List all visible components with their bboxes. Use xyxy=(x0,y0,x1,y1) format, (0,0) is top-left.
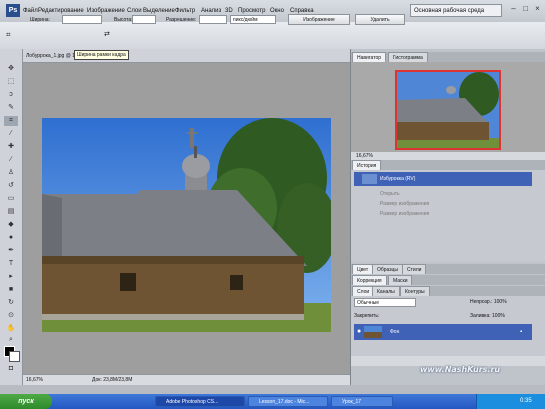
blur-tool-icon[interactable]: ◆ xyxy=(4,220,18,230)
church-photo[interactable] xyxy=(42,118,331,332)
stamp-tool-icon[interactable]: ♙ xyxy=(4,168,18,178)
tab-layers[interactable]: Слои xyxy=(352,286,375,296)
menu-filter[interactable]: Фильтр xyxy=(175,6,195,16)
tab-styles[interactable]: Стили xyxy=(402,264,427,274)
close-icon[interactable]: × xyxy=(532,4,543,15)
history-item[interactable]: Размер изображения xyxy=(354,207,532,221)
healing-tool-icon[interactable]: ✚ xyxy=(4,142,18,152)
layer-thumbnail xyxy=(364,326,382,338)
tab-channels[interactable]: Каналы xyxy=(372,286,400,296)
history-item-label: Размер изображения xyxy=(380,211,430,217)
tab-history[interactable]: История xyxy=(352,160,382,170)
workspace-bottom xyxy=(0,385,545,394)
maximize-icon[interactable]: □ xyxy=(520,4,531,15)
start-button[interactable]: пуск xyxy=(0,394,52,409)
height-field[interactable] xyxy=(132,15,156,24)
task-folder[interactable]: Урок_17 xyxy=(331,396,393,407)
width-field[interactable] xyxy=(62,15,102,24)
resolution-field[interactable] xyxy=(199,15,227,24)
zoom-status[interactable]: 16,67% xyxy=(26,377,43,384)
resolution-unit-select[interactable]: пикс/дюйм xyxy=(230,15,276,24)
options-bar xyxy=(0,22,545,50)
lasso-tool-icon[interactable]: ↄ xyxy=(4,90,18,100)
crop-icon[interactable]: ⌗ xyxy=(6,30,11,40)
hand-tool-icon[interactable]: ✋ xyxy=(4,324,18,334)
move-tool-icon[interactable]: ✥ xyxy=(4,64,18,74)
lock-label: Закрепить: xyxy=(354,313,380,319)
lock-icon: ▪ xyxy=(520,329,523,335)
zoom-tool-icon[interactable]: ⌕ xyxy=(4,335,18,345)
snapshot-thumbnail xyxy=(362,173,377,184)
blend-mode-select[interactable]: Обычные xyxy=(354,298,416,307)
width-label: Ширина: xyxy=(30,17,50,23)
type-tool-icon[interactable]: T xyxy=(4,259,18,269)
document-info: Док: 23,8M/23,8M xyxy=(92,377,133,383)
image-button[interactable]: Изображение xyxy=(288,14,350,25)
minimize-icon[interactable]: – xyxy=(508,4,519,15)
clock: 0:35 xyxy=(520,398,532,404)
tab-color[interactable]: Цвет xyxy=(352,264,374,274)
tab-paths[interactable]: Контуры xyxy=(400,286,430,296)
3d-orbit-tool-icon[interactable]: ⊙ xyxy=(4,311,18,321)
path-select-tool-icon[interactable]: ▸ xyxy=(4,272,18,282)
navigator-zoom[interactable]: 16,67% xyxy=(356,153,373,160)
clear-button[interactable]: Удалить xyxy=(355,14,405,25)
tab-masks[interactable]: Маски xyxy=(388,275,413,285)
navigator-thumbnail[interactable] xyxy=(395,70,501,150)
gradient-tool-icon[interactable]: ▤ xyxy=(4,207,18,217)
crop-tool-icon[interactable]: ⌗ xyxy=(4,116,18,126)
opacity-field[interactable]: Непрозр.: 100% xyxy=(470,298,507,306)
eye-icon[interactable]: ● xyxy=(357,324,361,340)
dodge-tool-icon[interactable]: ● xyxy=(4,233,18,243)
background-color-swatch[interactable] xyxy=(9,351,20,362)
tab-histogram[interactable]: Гистограмма xyxy=(388,52,428,62)
system-tray xyxy=(476,394,545,409)
tooltip: Ширина рамки кадра xyxy=(74,50,129,60)
photoshop-logo: Ps xyxy=(6,4,20,17)
eraser-tool-icon[interactable]: ▭ xyxy=(4,194,18,204)
marquee-tool-icon[interactable]: ⬚ xyxy=(4,77,18,87)
shape-tool-icon[interactable]: ■ xyxy=(4,285,18,295)
resolution-label: Разрешение: xyxy=(166,17,197,23)
3d-rotate-tool-icon[interactable]: ↻ xyxy=(4,298,18,308)
task-word[interactable]: Lesson_17.doc - Mic... xyxy=(248,396,328,407)
tab-adjustments[interactable]: Коррекция xyxy=(352,275,387,285)
height-label: Высота: xyxy=(114,17,133,23)
menu-file[interactable]: Файл xyxy=(23,6,38,16)
history-snapshot[interactable]: Избурокка (RV) xyxy=(354,172,532,186)
tab-navigator[interactable]: Навигатор xyxy=(352,52,387,62)
pen-tool-icon[interactable]: ✒ xyxy=(4,246,18,256)
brush-tool-icon[interactable]: ∕ xyxy=(4,155,18,165)
quick-mask-icon[interactable]: ◘ xyxy=(4,364,18,374)
fill-field[interactable]: Заливка: 100% xyxy=(470,312,505,320)
history-brush-tool-icon[interactable]: ↺ xyxy=(4,181,18,191)
workspace-switcher[interactable]: Основная рабочая среда xyxy=(410,4,502,17)
history-item-label: Избурокка (RV) xyxy=(380,176,416,182)
swap-icon[interactable]: ⇄ xyxy=(104,30,110,38)
layer-name: Фон xyxy=(390,329,400,335)
task-photoshop[interactable]: Adobe Photoshop CS... xyxy=(155,396,245,407)
eyedropper-tool-icon[interactable]: ⁄ xyxy=(4,129,18,139)
tab-swatches[interactable]: Образцы xyxy=(372,264,404,274)
quick-select-tool-icon[interactable]: ✎ xyxy=(4,103,18,113)
watermark: www.NashKurs.ru xyxy=(420,365,501,374)
